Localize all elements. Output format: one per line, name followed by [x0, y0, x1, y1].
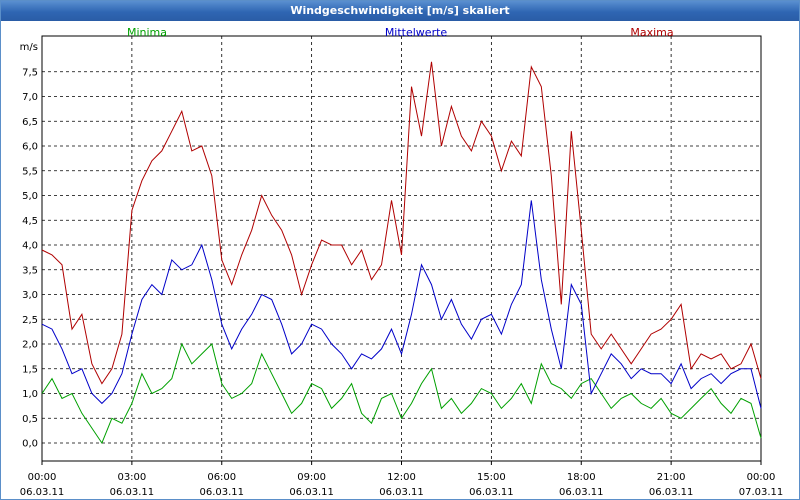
x-tick-time-label: 06:00 [207, 472, 236, 483]
y-tick-label: 4,0 [22, 241, 38, 252]
x-tick-date-label: 06.03.11 [649, 487, 694, 498]
chart-svg: 0,0 0,5 1,0 1,5 2,0 2,5 3,0 3,5 4,0 4,5 5,0 5,5 6,0 6… [20, 26, 784, 498]
x-tick-date-label: 06.03.11 [379, 487, 424, 498]
y-tick-label: 1,5 [22, 364, 38, 375]
x-tick-time-label: 03:00 [117, 472, 146, 483]
y-tick-label: 6,0 [22, 142, 38, 153]
x-tick-date-label: 06.03.11 [199, 487, 244, 498]
y-tick-label: 6,5 [22, 117, 38, 128]
x-tick-date-label: 06.03.11 [20, 487, 65, 498]
y-tick-label: 3,0 [22, 290, 38, 301]
x-tick-time-label: 00:00 [747, 472, 776, 483]
y-tick-label: 2,0 [22, 340, 38, 351]
y-tick-label: 5,0 [22, 191, 38, 202]
x-tick-time-label: 12:00 [387, 472, 416, 483]
y-tick-label: 0,5 [22, 414, 38, 425]
x-tick-time-label: 21:00 [657, 472, 686, 483]
x-tick-date-label: 07.03.11 [739, 487, 784, 498]
y-tick-label: 4,5 [22, 216, 38, 227]
y-tick-label: 5,5 [22, 166, 38, 177]
y-tick-label: 7,5 [22, 67, 38, 78]
y-tick-label: 0,0 [22, 439, 38, 450]
legend-mittelwerte: Mittelwerte [385, 26, 448, 39]
x-tick-date-label: 06.03.11 [559, 487, 604, 498]
y-tick-label: 7,0 [22, 92, 38, 103]
y-tick-label: 3,5 [22, 265, 38, 276]
x-tick-time-label: 00:00 [28, 472, 57, 483]
y-tick-label: 1,0 [22, 389, 38, 400]
y-axis-label: m/s [20, 42, 38, 53]
chart-window: Windgeschwindigkeit [m/s] skaliert 0,0 0,… [0, 0, 800, 500]
x-tick-time-label: 15:00 [477, 472, 506, 483]
x-tick-time-label: 09:00 [297, 472, 326, 483]
x-tick-time-label: 18:00 [567, 472, 596, 483]
x-tick-date-label: 06.03.11 [289, 487, 334, 498]
legend-minima: Minima [127, 26, 167, 39]
x-tick-date-label: 06.03.11 [469, 487, 514, 498]
y-tick-label: 2,5 [22, 315, 38, 326]
legend-maxima: Maxima [630, 26, 673, 39]
x-tick-date-label: 06.03.11 [110, 487, 155, 498]
